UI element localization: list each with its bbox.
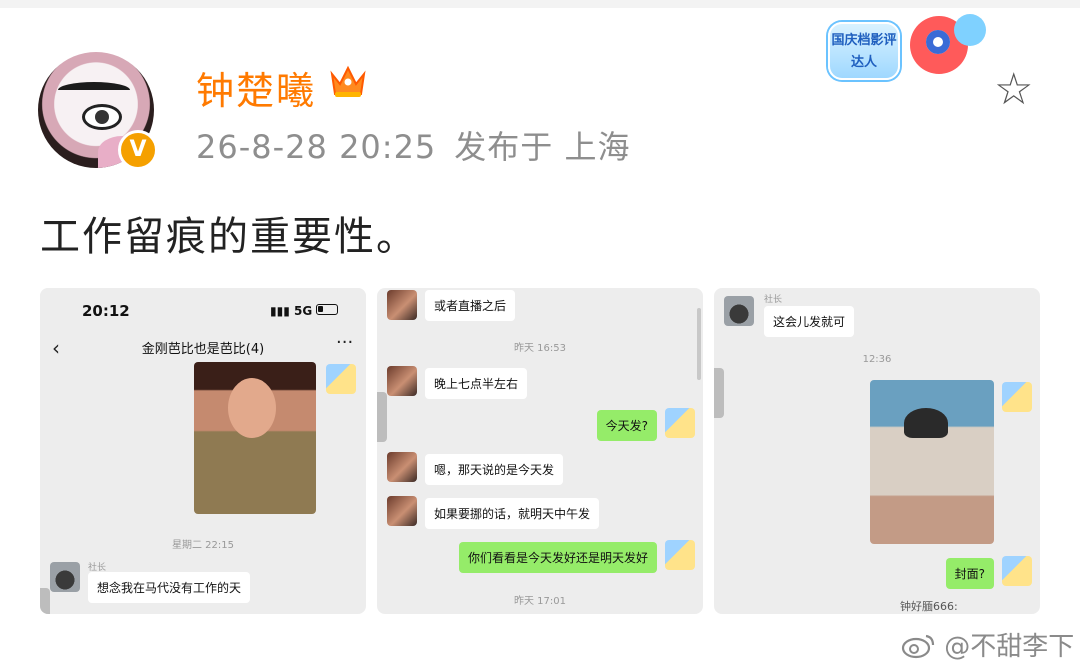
avatar-girl xyxy=(387,290,417,320)
chat-timestamp: 12:36 xyxy=(862,354,892,365)
scrollbar[interactable] xyxy=(697,308,701,380)
avatar-eye xyxy=(82,104,122,130)
status-time: 20:12 xyxy=(82,302,130,320)
event-badge-label: 国庆档影评达人 xyxy=(831,33,897,70)
image-2[interactable]: 或者直播之后 昨天 16:53 晚上七点半左右 今天发? 嗯，那天说的是今天发 … xyxy=(377,288,703,614)
chat-timestamp: 昨天 16:53 xyxy=(514,343,566,354)
chat-timestamp: 昨天 17:01 xyxy=(514,596,566,607)
watermark-text: @不甜李下 xyxy=(944,632,1075,662)
signal-icon: ▮▮▮ 5G xyxy=(270,304,313,318)
side-tab xyxy=(377,392,387,442)
avatar-girl xyxy=(387,452,417,482)
favorite-star-icon[interactable]: ☆ xyxy=(994,68,1033,112)
avatar-brow xyxy=(58,82,130,98)
avatar-sun xyxy=(665,540,695,570)
top-divider xyxy=(0,0,1080,8)
avatar-sun xyxy=(665,408,695,438)
chat-bubble: 想念我在马代没有工作的天 xyxy=(88,572,251,603)
avatar-girl xyxy=(387,366,417,396)
battery-icon xyxy=(316,304,338,315)
post-meta: 26-8-28 20:25 发布于 上海 xyxy=(196,122,630,168)
avatar-sun xyxy=(326,364,356,394)
post-location: 发布于 上海 xyxy=(454,128,631,166)
post-text: 工作留痕的重要性。 xyxy=(40,214,418,260)
more-icon: ··· xyxy=(336,332,354,353)
post-timestamp: 26-8-28 20:25 xyxy=(196,128,437,166)
avatar-cat xyxy=(50,562,80,592)
chat-photo xyxy=(194,362,316,514)
side-tab xyxy=(714,368,724,418)
side-tab xyxy=(40,588,50,614)
chat-bubble: 晚上七点半左右 xyxy=(425,368,528,399)
chat-title: 金刚芭比也是芭比(4) xyxy=(141,342,265,357)
avatar-sun xyxy=(1002,556,1032,586)
avatar-sun xyxy=(1002,382,1032,412)
chat-bubble-self: 你们看看是今天发好还是明天发好 xyxy=(458,542,657,573)
chat-photo xyxy=(870,380,994,544)
image-3[interactable]: 社长 这会儿发就可 12:36 封面? 钟好腼666: xyxy=(714,288,1040,614)
event-badge[interactable]: 国庆档影评达人 xyxy=(828,14,998,94)
avatar-girl xyxy=(387,496,417,526)
crown-icon xyxy=(330,65,366,97)
film-reel-icon xyxy=(954,14,986,46)
chat-bubble: 如果要挪的话，就明天中午发 xyxy=(425,498,600,529)
chat-bubble: 或者直播之后 xyxy=(425,290,516,321)
chat-timestamp: 星期二 22:15 xyxy=(172,540,234,551)
status-bar: 20:12 ▮▮▮ 5G xyxy=(40,288,366,332)
avatar-cat xyxy=(724,296,754,326)
sender-label: 社长 xyxy=(764,295,783,305)
chat-header: ‹ 金刚芭比也是芭比(4) ··· xyxy=(40,332,366,362)
chat-bubble-self: 今天发? xyxy=(596,410,657,441)
image-1[interactable]: 20:12 ▮▮▮ 5G ‹ 金刚芭比也是芭比(4) ··· 星期二 22:15… xyxy=(40,288,366,614)
watermark: @不甜李下 xyxy=(900,626,1074,663)
event-badge-pill: 国庆档影评达人 xyxy=(828,22,900,80)
verified-badge-icon: V xyxy=(118,130,158,170)
username[interactable]: 钟楚曦 xyxy=(196,60,316,115)
network-label: 5G xyxy=(294,304,313,318)
chat-bubble: 嗯，那天说的是今天发 xyxy=(425,454,564,485)
weibo-logo-icon xyxy=(901,634,935,659)
partial-message: 钟好腼666: xyxy=(900,600,958,613)
chat-bubble: 这会儿发就可 xyxy=(764,306,855,337)
chat-bubble-self: 封面? xyxy=(945,558,994,589)
